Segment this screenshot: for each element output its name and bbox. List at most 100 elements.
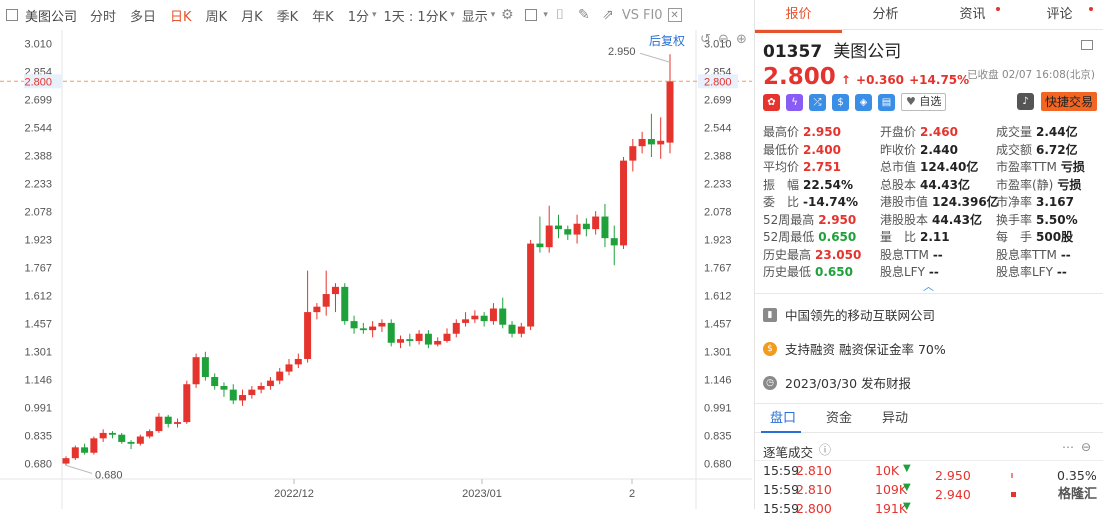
period-intraday[interactable]: 分时 [83,6,123,25]
chart-toolbar: 美图公司 分时 多日 日K 周K 月K 季K 年K 1分 ▾ 1天 : 1分K … [0,0,752,30]
stat-value: 44.43亿 [932,212,982,227]
margin-info: $ 支持融资 融资保证金率 70% [763,339,946,358]
tab-capital[interactable]: 资金 [811,404,867,432]
tab-comments[interactable]: 评论 [1016,0,1103,29]
stat-value: 124.40亿 [920,160,979,174]
stat-value: -14.74% [803,195,858,209]
candle-body [220,386,228,390]
tab-analysis[interactable]: 分析 [842,0,929,29]
period-daily-k[interactable]: 日K [163,6,199,25]
period-1min[interactable]: 1分 [341,6,376,25]
bell-icon[interactable]: ♪ [1017,93,1034,110]
undo-icon[interactable]: ↺ [700,32,711,47]
tab-orderbook[interactable]: 盘口 [755,404,811,432]
dollar-icon[interactable]: $ [832,93,849,111]
y-tick-label-right: 1.923 [704,234,732,246]
high-annotation: 2.950 [608,46,636,58]
y-tick-label-left: 2.388 [24,151,52,163]
y-tick-label-right: 1.612 [704,291,732,303]
candle-body [666,81,674,143]
camera-icon[interactable]: ⌷ [551,6,569,24]
y-tick-label-left: 3.010 [24,38,52,50]
stat-value: 22.54% [803,177,853,192]
candle-body [601,216,609,239]
up-arrow-icon: ↑ [840,73,851,87]
kline-svg[interactable]: 3.010 3.0102.854 2.8542.699 2.6992.544 2.544… [0,30,752,509]
tab-quote[interactable]: 报价 [755,0,842,29]
stat-value: 2.44亿 [1036,125,1078,139]
y-tick-label-right: 2.078 [704,206,732,218]
stat-label: 振 幅 [763,177,800,192]
candle-body [294,358,302,365]
shuffle-icon[interactable]: ⤮ [809,93,826,111]
close-icon[interactable]: ✕ [667,8,682,22]
zoom-in-icon[interactable]: ⊕ [736,32,747,47]
stat-label: 开盘价 [880,125,917,139]
quick-trade-button[interactable]: 快捷交易 [1041,92,1098,111]
candle-body [239,395,247,401]
zoom-out-icon[interactable]: ⊖ [718,32,729,47]
candle-body [406,339,414,341]
share-icon[interactable]: ⇗ [599,6,617,24]
stat-item: 平均价 2.751 [763,158,841,175]
restore-adjust-button[interactable]: 后复权 [649,32,685,49]
period-weekly-k[interactable]: 周K [199,6,235,25]
display-menu[interactable]: 显示 [455,6,495,25]
candle-body [164,416,172,424]
candle-body [480,315,488,322]
pencil-icon[interactable]: ✎ [575,6,593,24]
lightning-icon[interactable]: ϟ [786,93,803,111]
watchlist-button[interactable]: ♥ 自选 [901,93,947,111]
stat-item: 股息率LFY -- [996,263,1067,280]
period-monthly-k[interactable]: 月K [234,6,270,25]
y-tick-label-left: 1.923 [24,234,52,246]
period-yearly-k[interactable]: 年K [305,6,341,25]
market-status: 已收盘 02/07 16:08(北京) [967,69,1095,81]
info-icon[interactable]: ⓘ [819,441,831,458]
candle-body [276,371,284,381]
more-icon[interactable]: ⋯ [1062,440,1074,454]
tag-icon[interactable]: ◈ [855,93,872,111]
kline-chart[interactable]: 3.010 3.010 2.854 2.854 2.699 2.699 2.544 2.544… [0,30,752,509]
x-tick-label: 2023/01 [462,488,502,500]
compare-button[interactable]: VS [620,8,641,23]
y-tick-label-right: 2.699 [704,94,732,106]
hk-flag-icon[interactable]: ✿ [763,93,780,111]
y-tick-label-right: 1.767 [704,263,732,275]
stat-value: 500股 [1036,230,1074,244]
candle-body [211,377,219,387]
trades-title: 逐笔成交 [763,445,814,460]
stat-label: 市盈率TTM [996,160,1057,174]
settings-icon[interactable]: ⚙ [498,6,516,24]
chat-icon[interactable]: ▤ [878,93,895,111]
tab-movement[interactable]: 异动 [867,404,923,432]
tab-news[interactable]: 资讯 [929,0,1016,29]
draw-box-icon[interactable] [522,6,540,24]
stat-item: 52周最低 0.650 [763,228,856,245]
period-custom[interactable]: 1天 : 1分K [377,6,455,25]
panel-layout-icon[interactable] [1081,40,1093,50]
stat-item: 每 手 500股 [996,228,1073,245]
period-multiday[interactable]: 多日 [123,6,163,25]
candle-body [638,138,646,147]
stat-item: 市盈率TTM 亏损 [996,158,1085,175]
stock-name: 美图公司 [833,42,902,62]
stat-item: 昨收价 2.440 [880,141,958,158]
y-tick-label-right: 0.991 [704,402,732,414]
f10-button[interactable]: FI0 [641,8,665,23]
stat-item: 港股股本 44.43亿 [880,211,982,228]
candle-body [657,140,665,145]
stat-label: 成交量 [996,125,1033,139]
period-quarterly-k[interactable]: 季K [270,6,306,25]
candle-body [573,223,581,235]
chevron-down-icon[interactable]: ▾ [491,10,496,20]
stat-label: 总股本 [880,177,917,192]
price-change: +0.360 [856,73,905,87]
collapse-chevron-icon[interactable]: ︿ [923,278,934,294]
candle-body [527,243,535,327]
company-desc: ▮ 中国领先的移动互联网公司 [763,305,935,324]
chevron-down-icon[interactable]: ▾ [543,10,548,20]
stat-label: 总市值 [880,160,917,174]
sidebar-toggle-icon[interactable] [6,9,18,21]
minus-icon[interactable]: ⊖ [1081,440,1091,454]
